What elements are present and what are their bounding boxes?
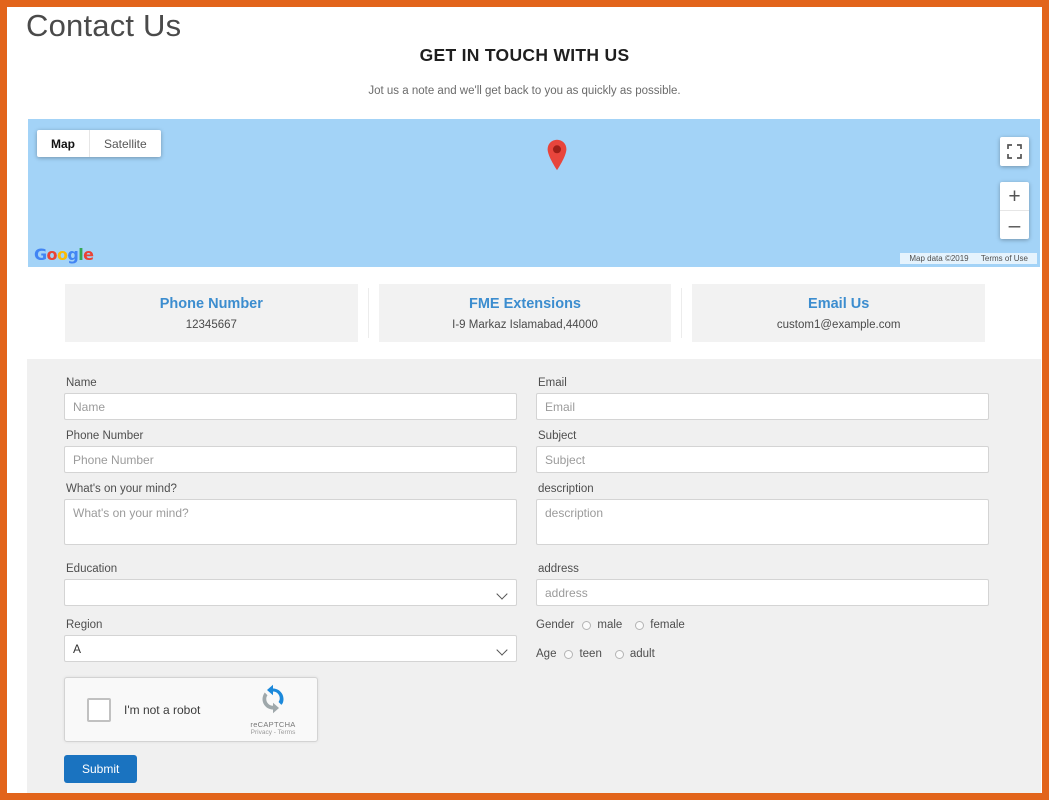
education-label: Education [66, 563, 517, 575]
address-label: address [538, 563, 989, 575]
map-type-selector[interactable]: Map Satellite [37, 130, 161, 157]
form-row: Education address [64, 563, 989, 606]
map-fullscreen-button[interactable] [1000, 137, 1029, 166]
contact-info-cards: Phone Number 12345667 FME Extensions I-9… [55, 284, 995, 342]
map-zoom-controls[interactable]: + – [1000, 182, 1029, 239]
contact-card-email: Email Us custom1@example.com [692, 284, 985, 342]
card-value: 12345667 [186, 319, 237, 331]
map-type-satellite[interactable]: Satellite [90, 130, 161, 157]
recaptcha-checkbox[interactable] [87, 698, 111, 722]
age-adult-radio[interactable] [615, 650, 624, 659]
field-email: Email [536, 377, 989, 420]
age-radio-group: Age teen adult [536, 648, 989, 660]
card-divider [681, 288, 682, 338]
gender-radio-group: Gender male female [536, 619, 989, 631]
card-title: Email Us [808, 296, 869, 312]
age-adult-label: adult [630, 648, 655, 660]
recaptcha-terms-link[interactable]: Privacy - Terms [240, 729, 306, 736]
gender-female-label: female [650, 619, 685, 631]
phone-label: Phone Number [66, 430, 517, 442]
google-logo-letter: o [47, 245, 57, 264]
form-row: Region A Gender male female [64, 619, 989, 677]
field-address: address [536, 563, 989, 606]
email-input[interactable] [536, 393, 989, 420]
google-logo-letter: g [67, 245, 78, 264]
map-pin-icon[interactable] [546, 139, 568, 171]
map-type-map[interactable]: Map [37, 130, 90, 157]
address-input[interactable] [536, 579, 989, 606]
form-row: Name Email [64, 377, 989, 420]
region-select-wrap: A [64, 635, 517, 662]
gender-female-radio[interactable] [635, 621, 644, 630]
section-heading: GET IN TOUCH WITH US [7, 45, 1042, 66]
education-select-wrap [64, 579, 517, 606]
field-education: Education [64, 563, 517, 606]
gender-label: Gender [536, 619, 574, 631]
region-label: Region [66, 619, 517, 631]
card-title: Phone Number [160, 296, 263, 312]
contact-card-address: FME Extensions I-9 Markaz Islamabad,4400… [379, 284, 672, 342]
recaptcha-label: I'm not a robot [124, 703, 200, 717]
name-label: Name [66, 377, 517, 389]
form-row: What's on your mind? description [64, 483, 989, 550]
field-message: What's on your mind? [64, 483, 517, 550]
map-zoom-in-button[interactable]: + [1000, 182, 1029, 211]
recaptcha-icon [240, 684, 306, 714]
contact-form: Name Email Phone Number Subject [27, 359, 1041, 793]
subject-input[interactable] [536, 446, 989, 473]
message-label: What's on your mind? [66, 483, 517, 495]
card-divider [368, 288, 369, 338]
google-logo-letter: o [57, 245, 67, 264]
map-data-text: Map data ©2019 [909, 254, 968, 263]
card-value: I-9 Markaz Islamabad,44000 [452, 319, 598, 331]
field-region: Region A [64, 619, 517, 677]
map-terms-link[interactable]: Terms of Use [981, 254, 1028, 263]
contact-page: Contact Us GET IN TOUCH WITH US Jot us a… [7, 7, 1042, 793]
age-label: Age [536, 648, 556, 660]
form-grid: Name Email Phone Number Subject [64, 377, 989, 677]
submit-button[interactable]: Submit [64, 755, 137, 783]
google-logo: Google [34, 245, 93, 264]
recaptcha-branding: reCAPTCHA Privacy - Terms [240, 684, 306, 736]
form-row: Phone Number Subject [64, 430, 989, 473]
map-attribution: Map data ©2019 Terms of Use [900, 253, 1037, 264]
education-select[interactable] [64, 579, 517, 606]
card-title: FME Extensions [469, 296, 581, 312]
phone-input[interactable] [64, 446, 517, 473]
map-zoom-out-button[interactable]: – [1000, 211, 1029, 239]
page-title: Contact Us [26, 8, 181, 44]
google-logo-letter: e [83, 245, 93, 264]
gender-male-radio[interactable] [582, 621, 591, 630]
page-frame: Contact Us GET IN TOUCH WITH US Jot us a… [0, 0, 1049, 800]
contact-card-phone: Phone Number 12345667 [65, 284, 358, 342]
card-value: custom1@example.com [777, 319, 901, 331]
description-textarea[interactable] [536, 499, 989, 545]
gender-male-label: male [597, 619, 622, 631]
field-subject: Subject [536, 430, 989, 473]
field-description: description [536, 483, 989, 550]
fullscreen-icon [1007, 144, 1022, 159]
field-gender-age: Gender male female Age teen adult [536, 619, 989, 677]
google-logo-letter: G [34, 245, 47, 264]
email-label: Email [538, 377, 989, 389]
recaptcha-brand-name: reCAPTCHA [240, 720, 306, 729]
subject-label: Subject [538, 430, 989, 442]
age-teen-radio[interactable] [564, 650, 573, 659]
age-teen-label: teen [579, 648, 601, 660]
name-input[interactable] [64, 393, 517, 420]
message-textarea[interactable] [64, 499, 517, 545]
field-phone: Phone Number [64, 430, 517, 473]
section-subtext: Jot us a note and we'll get back to you … [7, 85, 1042, 97]
field-name: Name [64, 377, 517, 420]
description-label: description [538, 483, 989, 495]
google-map[interactable]: Map Satellite + – Google Map data ©2019 … [28, 119, 1040, 267]
recaptcha-widget[interactable]: I'm not a robot reCAPTCHA Privacy - Term… [64, 677, 318, 742]
region-select[interactable]: A [64, 635, 517, 662]
